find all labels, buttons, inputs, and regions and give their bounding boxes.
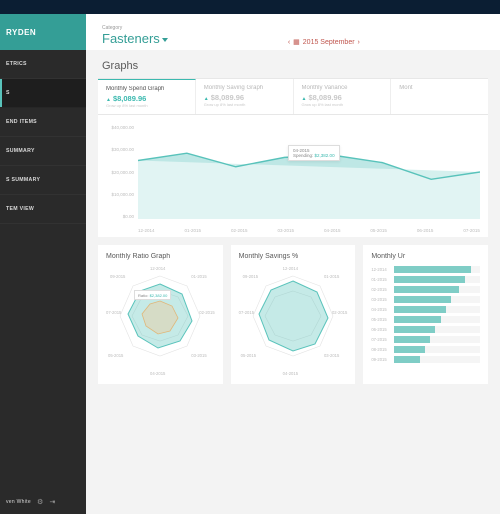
- tab-saving[interactable]: Monthly Saving Graph $8,089.96 Grow up 8…: [196, 79, 294, 114]
- chart-tabs: Monthly Spend Graph $8,089.96 Grow up 8%…: [98, 78, 488, 115]
- x-axis: 12-2014 01-2015 02-2015 03-2015 04-2015 …: [138, 228, 480, 233]
- category-value: Fasteners: [102, 31, 168, 46]
- brand-logo: RYDEN: [0, 14, 86, 50]
- calendar-icon: ▦: [293, 38, 300, 46]
- logout-icon[interactable]: ⇥: [50, 498, 56, 506]
- card-ratio: Monthly Ratio Graph Ratio: $2,382.00 12-…: [98, 245, 223, 384]
- tab-sub: Grow up 8% last month: [204, 102, 285, 107]
- tab-amount: $8,089.96: [106, 94, 187, 103]
- chevron-down-icon: [162, 38, 168, 42]
- nav-graphs[interactable]: S: [0, 79, 86, 108]
- date-picker[interactable]: ‹ ▦ 2015 September ›: [288, 38, 360, 46]
- radar-savings: 12-2014 01-2015 02-2015 03-2015 04-2015 …: [239, 266, 348, 376]
- main: Category Fasteners ‹ ▦ 2015 September › …: [86, 14, 500, 514]
- sidebar: RYDEN ETRICS S END ITEMS SUMMARY S SUMMA…: [0, 14, 86, 514]
- tab-amount: $8,089.96: [204, 93, 285, 102]
- bar-chart: 12-2014 01-2015 02-2015 03-2015 04-2015 …: [371, 266, 480, 376]
- bar-row: 04-2015: [371, 306, 480, 313]
- tab-sub: Grow up 8% last month: [106, 103, 187, 108]
- sidebar-footer: ven White ⚙ ⇥: [0, 490, 86, 514]
- bottom-cards: Monthly Ratio Graph Ratio: $2,382.00 12-…: [98, 245, 488, 384]
- nav-metrics[interactable]: ETRICS: [0, 50, 86, 79]
- line-chart: $40,000.00 $30,000.00 $20,000.00 $10,000…: [98, 115, 488, 237]
- category-selector[interactable]: Category Fasteners: [102, 25, 168, 46]
- tab-more[interactable]: Mont: [391, 79, 488, 114]
- date-value: 2015 September: [303, 39, 355, 46]
- bar-row: 02-2015: [371, 286, 480, 293]
- y-axis: $40,000.00 $30,000.00 $20,000.00 $10,000…: [104, 125, 134, 219]
- nav-summary[interactable]: SUMMARY: [0, 137, 86, 166]
- nav-spend-items[interactable]: END ITEMS: [0, 108, 86, 137]
- nav-item-view[interactable]: TEM VIEW: [0, 195, 86, 224]
- tab-amount: $8,089.96: [302, 93, 383, 102]
- nav-s-summary[interactable]: S SUMMARY: [0, 166, 86, 195]
- gear-icon[interactable]: ⚙: [37, 498, 44, 506]
- card-title: Monthly Ratio Graph: [106, 253, 215, 260]
- bar-row: 01-2015: [371, 276, 480, 283]
- tab-variance[interactable]: Monthly Variance $8,089.96 Grow up 8% la…: [294, 79, 392, 114]
- chevron-right-icon[interactable]: ›: [358, 39, 360, 46]
- bar-row: 08-2015: [371, 346, 480, 353]
- card-bars: Monthly Ur 12-2014 01-2015 02-2015 03-20…: [363, 245, 488, 384]
- chart-tooltip: 04-2015 Spending: $2,382.00: [288, 145, 340, 161]
- bar-row: 06-2015: [371, 326, 480, 333]
- bar-row: 07-2015: [371, 336, 480, 343]
- nav: ETRICS S END ITEMS SUMMARY S SUMMARY TEM…: [0, 50, 86, 490]
- tab-title: Monthly Variance: [302, 85, 383, 91]
- chevron-left-icon[interactable]: ‹: [288, 39, 290, 46]
- header: Category Fasteners ‹ ▦ 2015 September ›: [86, 14, 500, 50]
- tab-title: Monthly Spend Graph: [106, 86, 187, 92]
- bar-row: 12-2014: [371, 266, 480, 273]
- bar-row: 09-2015: [371, 356, 480, 363]
- bar-row: 05-2015: [371, 316, 480, 323]
- tab-title: Monthly Saving Graph: [204, 85, 285, 91]
- card-savings-pct: Monthly Savings % 12-2014 01-2015 02-201…: [231, 245, 356, 384]
- card-title: Monthly Ur: [371, 253, 480, 260]
- tab-spend[interactable]: Monthly Spend Graph $8,089.96 Grow up 8%…: [98, 79, 196, 114]
- plot-area: [138, 125, 480, 219]
- bar-row: 03-2015: [371, 296, 480, 303]
- radar-ratio: Ratio: $2,382.00 12-2014 01-2015 02-2015…: [106, 266, 215, 376]
- tab-title: Mont: [399, 85, 480, 91]
- card-title: Monthly Savings %: [239, 253, 348, 260]
- radar-tooltip: Ratio: $2,382.00: [134, 290, 171, 300]
- section-title: Graphs: [86, 50, 500, 78]
- tab-sub: Grow up 8% last month: [302, 102, 383, 107]
